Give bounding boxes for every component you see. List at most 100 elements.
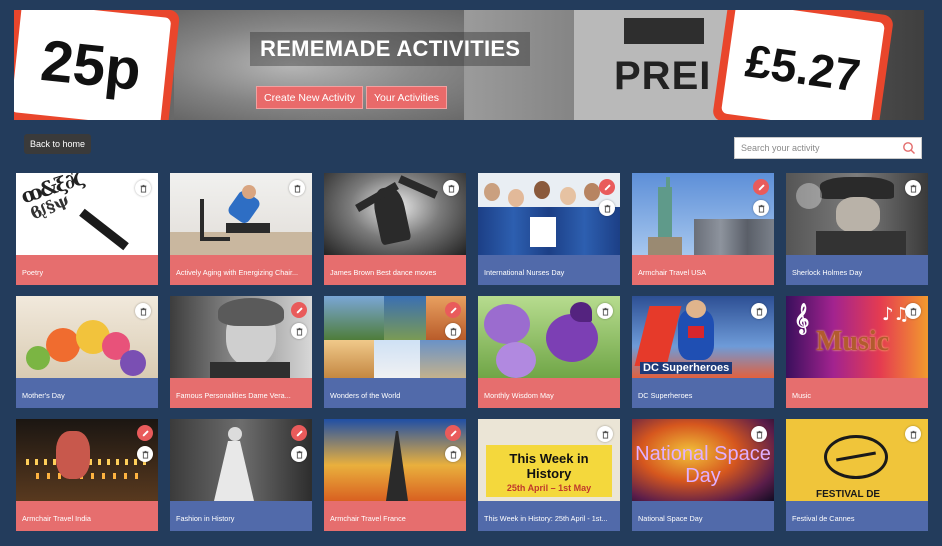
thumbnail-shape [26,346,50,370]
delete-trash-icon[interactable] [753,200,769,216]
activity-title[interactable]: DC Superheroes [632,378,774,408]
activity-title[interactable]: Actively Aging with Energizing Chair... [170,255,312,285]
edit-pencil-icon[interactable] [291,425,307,441]
thumbnail-shape [484,183,500,201]
activity-title[interactable]: Armchair Travel India [16,501,158,531]
price-tag-left-value: 25p [14,10,172,120]
thumbnail-shape [688,326,704,338]
activity-title[interactable]: Monthly Wisdom May [478,378,620,408]
your-activities-button[interactable]: Your Activities [366,86,447,109]
delete-trash-icon[interactable] [137,446,153,462]
activity-title[interactable]: Fashion in History [170,501,312,531]
thumbnail-shape [508,189,524,207]
thumbnail-overlay-text: This Week in History [509,451,589,481]
activity-title[interactable]: Sherlock Holmes Day [786,255,928,285]
activity-card[interactable]: Armchair Travel USA [632,173,774,285]
search-input[interactable] [735,139,901,157]
activity-card[interactable]: Famous Personalities Dame Vera... [170,296,312,408]
activity-title[interactable]: Wonders of the World [324,378,466,408]
thumbnail-shape [686,300,706,318]
thumbnail-shape [56,431,90,479]
hero-banner: PREI 25p £5.27 REMEMADE ACTIVITIES Creat… [14,10,924,120]
thumbnail-shape [420,340,466,380]
thumbnail-shape [484,304,530,344]
activity-card[interactable]: FESTIVAL DE Festival de Cannes [786,419,928,531]
thumbnail-shape [228,427,242,441]
edit-pencil-icon[interactable] [445,302,461,318]
activity-card[interactable]: Wonders of the World [324,296,466,408]
edit-pencil-icon[interactable] [445,425,461,441]
delete-trash-icon[interactable] [597,303,613,319]
banner-photo-display [624,18,704,44]
activity-card[interactable]: ꝏ&ξ∂ζ ϐᶘ§ψ Poetry [16,173,158,285]
thumbnail-shape [374,340,420,380]
thumbnail-shape [648,237,682,257]
activity-card[interactable]: Mother's Day [16,296,158,408]
activity-title[interactable]: Armchair Travel USA [632,255,774,285]
delete-trash-icon[interactable] [751,426,767,442]
activity-title[interactable]: National Space Day [632,501,774,531]
thumbnail-shape [836,197,880,233]
edit-pencil-icon[interactable] [599,179,615,195]
delete-trash-icon[interactable] [905,180,921,196]
thumbnail-shape [666,177,670,191]
delete-trash-icon[interactable] [445,446,461,462]
activity-card[interactable]: International Nurses Day [478,173,620,285]
activity-title[interactable]: Music [786,378,928,408]
thumbnail-shape [694,219,774,257]
edit-pencil-icon[interactable] [291,302,307,318]
activity-card[interactable]: Monthly Wisdom May [478,296,620,408]
activity-title[interactable]: Mother's Day [16,378,158,408]
activity-title[interactable]: Famous Personalities Dame Vera... [170,378,312,408]
thumbnail-shape [46,328,80,362]
activity-title[interactable]: International Nurses Day [478,255,620,285]
delete-trash-icon[interactable] [599,200,615,216]
thumbnail-overlay-subtext: 25th April – 1st May [506,483,592,493]
edit-pencil-icon[interactable] [753,179,769,195]
price-tag-left: 25p [14,10,181,120]
thumbnail-shape [226,223,270,233]
activity-card[interactable]: Fashion in History [170,419,312,531]
delete-trash-icon[interactable] [443,180,459,196]
thumbnail-shape [796,183,822,209]
activity-card[interactable]: Armchair Travel France [324,419,466,531]
delete-trash-icon[interactable] [597,426,613,442]
activity-card[interactable]: Armchair Travel India [16,419,158,531]
create-new-activity-button[interactable]: Create New Activity [256,86,364,109]
delete-trash-icon[interactable] [751,303,767,319]
thumbnail-shape: 𝄞 [794,304,810,334]
delete-trash-icon[interactable] [289,180,305,196]
thumbnail-shape [584,183,600,201]
activity-card[interactable]: This Week in History 25th April – 1st May… [478,419,620,531]
delete-trash-icon[interactable] [135,303,151,319]
price-tag-right-value: £5.27 [720,10,886,120]
thumbnail-shape [120,350,146,376]
activity-title[interactable]: This Week in History: 25th April - 1st..… [478,501,620,531]
thumbnail-overlay-text: Music [816,326,890,357]
search-box [734,137,922,159]
thumbnail-shape [384,296,426,340]
activity-title[interactable]: Armchair Travel France [324,501,466,531]
activity-card[interactable]: Sherlock Holmes Day [786,173,928,285]
thumbnail-shape [324,296,384,340]
activity-card[interactable]: National Space Day National Space Day [632,419,774,531]
delete-trash-icon[interactable] [905,426,921,442]
delete-trash-icon[interactable] [291,446,307,462]
activity-title[interactable]: Poetry [16,255,158,285]
activity-title[interactable]: James Brown Best dance moves [324,255,466,285]
thumbnail-overlay-text: DC Superheroes [640,362,733,374]
banner-sign-text: PREI [614,54,712,98]
edit-pencil-icon[interactable] [137,425,153,441]
back-to-home-button[interactable]: Back to home [24,134,92,154]
thumbnail-shape [496,342,536,378]
delete-trash-icon[interactable] [905,303,921,319]
activity-card[interactable]: DC Superheroes DC Superheroes [632,296,774,408]
delete-trash-icon[interactable] [135,180,151,196]
activity-title[interactable]: Festival de Cannes [786,501,928,531]
activity-card[interactable]: James Brown Best dance moves [324,173,466,285]
search-icon[interactable] [901,140,917,156]
activity-card[interactable]: 𝄞 ♪♫ Music Music [786,296,928,408]
delete-trash-icon[interactable] [445,323,461,339]
activity-card[interactable]: Actively Aging with Energizing Chair... [170,173,312,285]
delete-trash-icon[interactable] [291,323,307,339]
